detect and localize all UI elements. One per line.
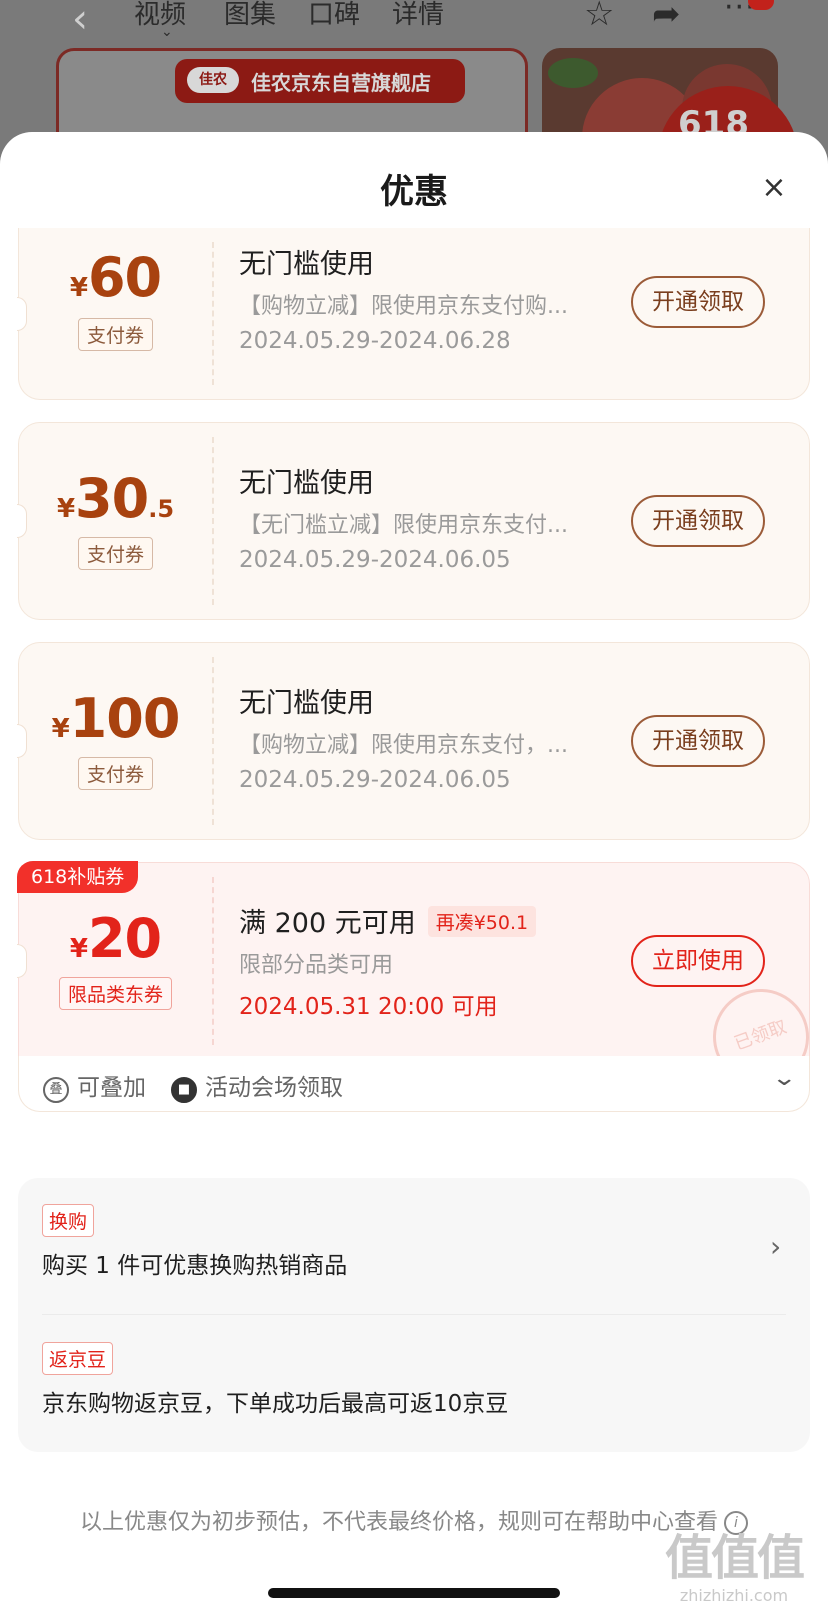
store-name: 佳农京东自营旗舰店	[251, 71, 431, 95]
coupon-threshold: 满 200 元可用	[239, 908, 416, 939]
venue-claim-info: ■ 活动会场领取	[171, 1068, 343, 1103]
subsidy-badge: 618补贴券	[17, 861, 139, 893]
currency-symbol: ¥	[51, 714, 70, 744]
coupon-card: ¥100 支付券 无门槛使用 【购物立减】限使用京东支付，... 2024.05…	[17, 642, 810, 840]
activate-claim-button[interactable]: 开通领取	[631, 276, 765, 328]
coupon-description: 【购物立减】限使用京东支付购...	[239, 294, 568, 319]
amount-value: 60	[87, 246, 162, 309]
stackable-info: 叠可叠加	[43, 1068, 146, 1103]
coupon-description: 【购物立减】限使用京东支付，...	[239, 733, 568, 758]
coupon-card: ¥60 支付券 无门槛使用 【购物立减】限使用京东支付购... 2024.05.…	[17, 228, 810, 400]
ticket-icon: ■	[171, 1077, 197, 1103]
trade-in-tag: 换购	[42, 1204, 95, 1237]
coupon-type: 限品类东券	[19, 977, 212, 1010]
offers-sheet: 优惠 × ¥60 支付券 无门槛使用 【购物立减】限使用京东支付购... 202…	[0, 132, 828, 1622]
amount-value: 100	[69, 687, 181, 750]
coupon-divider	[212, 242, 214, 385]
coupon-amount: ¥30.5	[19, 467, 212, 530]
watermark: 值值值 zhizhizhi.com	[654, 1530, 814, 1605]
store-name-pill: 佳农 佳农京东自营旗舰店	[175, 59, 465, 103]
notification-badge	[748, 0, 774, 10]
amount-value: 30	[75, 467, 149, 530]
coupon-amount: ¥60	[19, 246, 212, 309]
coupon-title: 无门槛使用	[239, 468, 374, 499]
coupon-validity: 2024.05.29-2024.06.05	[239, 547, 511, 573]
coupon-type: 支付券	[19, 318, 212, 351]
coupon-card-subsidy: 618补贴券 ¥20 限品类东券 满 200 元可用 再凑¥50.1 限部分品类可…	[17, 861, 823, 1099]
sheet-title: 优惠	[380, 172, 448, 212]
chevron-down-icon[interactable]: ⌄	[771, 1066, 797, 1091]
coupon-footer: 叠可叠加 ■ 活动会场领取 ⌄	[18, 1056, 810, 1112]
amount-decimal: .5	[148, 495, 175, 523]
currency-symbol: ¥	[69, 273, 88, 303]
coupon-title: 无门槛使用	[239, 688, 374, 719]
use-now-button[interactable]: 立即使用	[631, 935, 765, 987]
coupon-card: ¥30.5 支付券 无门槛使用 【无门槛立减】限使用京东支付... 2024.0…	[17, 422, 810, 620]
stack-icon: 叠	[43, 1077, 69, 1103]
chevron-right-icon[interactable]: ›	[770, 1230, 781, 1263]
coupon-type: 支付券	[19, 757, 212, 790]
coupon-description: 【无门槛立减】限使用京东支付...	[239, 513, 568, 538]
coupon-title: 满 200 元可用 再凑¥50.1	[239, 901, 537, 940]
activate-claim-button[interactable]: 开通领取	[631, 715, 765, 767]
watermark-logo: 值值值	[664, 1530, 805, 1586]
currency-symbol: ¥	[69, 934, 88, 964]
coupon-divider	[212, 877, 214, 1045]
coupon-validity: 2024.05.29-2024.06.05	[239, 767, 511, 793]
promotions-box: 换购 购买 1 件可优惠换购热销商品 › 返京豆 京东购物返京豆，下单成功后最高…	[18, 1178, 810, 1452]
coupon-amount: ¥100	[19, 687, 212, 750]
back-icon: ‹	[72, 0, 88, 42]
coupon-divider	[212, 437, 214, 605]
coupon-validity: 2024.05.29-2024.06.28	[239, 328, 511, 354]
jingdou-tag: 返京豆	[42, 1342, 114, 1375]
store-logo: 佳农	[187, 67, 239, 93]
close-button[interactable]: ×	[754, 168, 794, 208]
coupon-divider	[212, 657, 214, 825]
promo-divider	[42, 1314, 786, 1315]
coupon-validity: 2024.05.31 20:00 可用	[239, 994, 498, 1020]
tab-reviews: 口碑	[308, 0, 361, 30]
tab-indicator-icon: ⌄	[161, 24, 173, 40]
home-indicator[interactable]	[268, 1588, 560, 1598]
coupon-description: 限部分品类可用	[239, 953, 394, 978]
tab-video: 视频	[134, 0, 187, 30]
activate-claim-button[interactable]: 开通领取	[631, 495, 765, 547]
share-icon: ➦	[652, 0, 681, 34]
coupon-title: 无门槛使用	[239, 249, 374, 280]
need-more-badge: 再凑¥50.1	[427, 906, 537, 937]
coupon-amount: ¥20	[19, 907, 212, 970]
watermark-site: zhizhizhi.com	[679, 1586, 789, 1605]
trade-in-text: 购买 1 件可优惠换购热销商品	[42, 1253, 348, 1279]
tab-details: 详情	[392, 0, 445, 30]
tab-gallery: 图集	[224, 0, 277, 30]
star-icon: ☆	[584, 0, 615, 34]
leaf-shape	[548, 58, 598, 88]
coupon-type: 支付券	[19, 537, 212, 570]
background-nav-bar: ‹ 视频 ⌄ 图集 口碑 详情 ☆ ➦ ···	[0, 0, 828, 42]
amount-value: 20	[87, 907, 162, 970]
jingdou-text: 京东购物返京豆，下单成功后最高可返10京豆	[42, 1391, 509, 1417]
currency-symbol: ¥	[56, 494, 76, 524]
